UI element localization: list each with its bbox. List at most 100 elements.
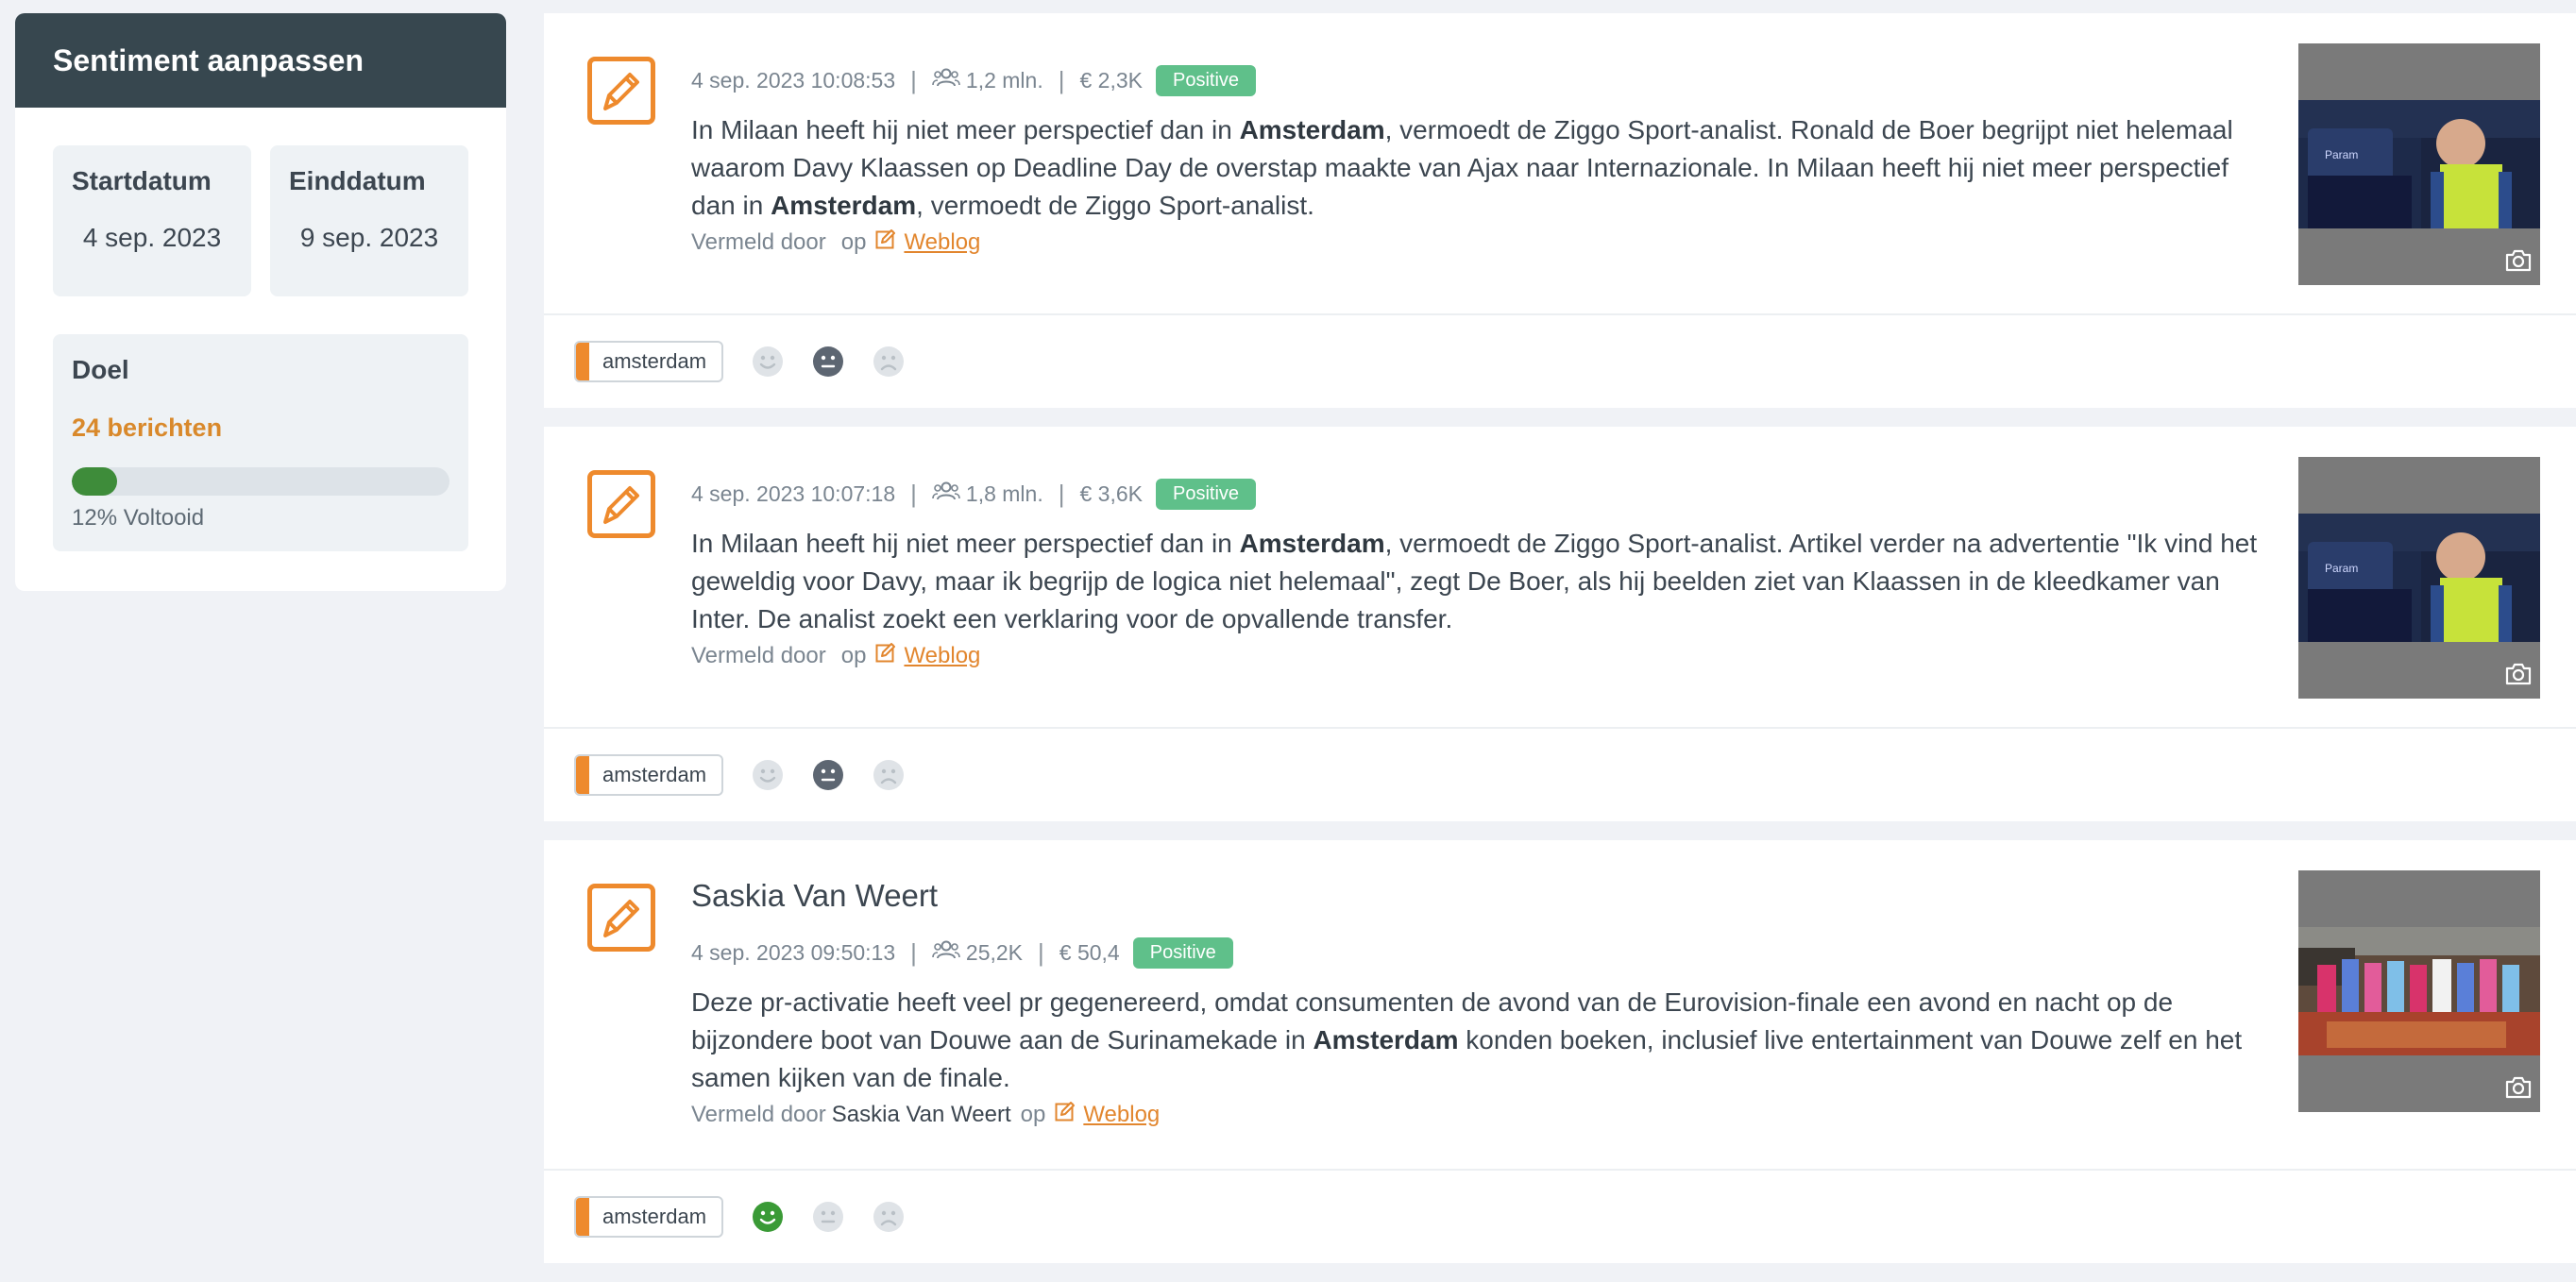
sentiment-badge: Positive bbox=[1132, 936, 1233, 969]
mention-meta: 4 sep. 2023 10:08:53 | 1,2 mln. | € 2,3K… bbox=[691, 64, 2259, 96]
mention-author: Saskia Van Weert bbox=[831, 1101, 1011, 1127]
keyword-tag[interactable]: amsterdam bbox=[574, 341, 724, 382]
mention-datetime: 4 sep. 2023 10:08:53 bbox=[691, 67, 896, 93]
mention-card: 4 sep. 2023 10:07:18 | 1,8 mln. | € 3,6K… bbox=[544, 427, 2576, 821]
camera-icon[interactable] bbox=[2504, 1075, 2533, 1105]
negative-sentiment-icon[interactable] bbox=[873, 759, 905, 791]
tag-label: amsterdam bbox=[602, 349, 707, 373]
negative-sentiment-icon[interactable] bbox=[873, 1201, 905, 1233]
meta-divider: | bbox=[910, 479, 917, 508]
date-range: Startdatum 4 sep. 2023 Einddatum 9 sep. … bbox=[15, 108, 506, 296]
mention-thumbnail[interactable]: Param bbox=[2298, 457, 2540, 699]
mention-body: 4 sep. 2023 10:07:18 | 1,8 mln. | € 3,6K… bbox=[544, 427, 2576, 729]
keyword-tag[interactable]: amsterdam bbox=[574, 754, 724, 796]
mention-content: 4 sep. 2023 10:08:53 | 1,2 mln. | € 2,3K… bbox=[691, 64, 2259, 256]
mention-op: op bbox=[840, 228, 867, 255]
sentiment-badge: Positive bbox=[1156, 478, 1257, 510]
photo-image: Param bbox=[2298, 100, 2540, 228]
mention-meta: 4 sep. 2023 10:07:18 | 1,8 mln. | € 3,6K… bbox=[691, 478, 2259, 510]
photo-image: Param bbox=[2298, 514, 2540, 642]
camera-icon[interactable] bbox=[2504, 248, 2533, 278]
mention-datetime: 4 sep. 2023 09:50:13 bbox=[691, 939, 896, 965]
mention-text: In Milaan heeft hij niet meer perspectie… bbox=[691, 529, 2258, 633]
edit-icon bbox=[875, 228, 896, 256]
tag-color-bar bbox=[576, 343, 589, 380]
end-date-label: Einddatum bbox=[289, 166, 426, 195]
keyword-tag[interactable]: amsterdam bbox=[574, 1196, 724, 1238]
positive-sentiment-icon[interactable] bbox=[752, 759, 784, 791]
sidebar-title: Sentiment aanpassen bbox=[15, 13, 506, 108]
mention-content: 4 sep. 2023 10:07:18 | 1,8 mln. | € 3,6K… bbox=[691, 478, 2259, 669]
progress-fill bbox=[72, 467, 117, 496]
start-date-value: 4 sep. 2023 bbox=[82, 223, 222, 252]
mention-reach: 1,8 mln. bbox=[965, 481, 1043, 506]
positive-sentiment-icon[interactable] bbox=[752, 346, 784, 378]
tag-label: amsterdam bbox=[602, 1205, 707, 1228]
sentiment-sidebar: Sentiment aanpassen Startdatum 4 sep. 20… bbox=[15, 13, 506, 591]
reach-icon bbox=[932, 481, 960, 507]
goal-count: 24 berichten bbox=[72, 413, 223, 442]
svg-text:Param: Param bbox=[2325, 562, 2358, 575]
sentiment-badge: Positive bbox=[1156, 64, 1257, 96]
keyword-highlight: Amsterdam bbox=[771, 191, 917, 220]
edit-icon bbox=[587, 470, 655, 538]
mention-op: op bbox=[840, 642, 867, 668]
keyword-highlight: Amsterdam bbox=[1313, 1025, 1459, 1054]
photo-image bbox=[2298, 927, 2540, 1055]
source-link[interactable]: Weblog bbox=[904, 643, 980, 669]
tag-color-bar bbox=[576, 756, 589, 794]
svg-text:Param: Param bbox=[2325, 148, 2358, 161]
keyword-highlight: Amsterdam bbox=[1239, 115, 1385, 144]
mention-reach: 1,2 mln. bbox=[965, 67, 1043, 93]
edit-icon bbox=[587, 57, 655, 125]
mention-meta: 4 sep. 2023 09:50:13 | 25,2K | € 50,4 Po… bbox=[691, 936, 2259, 969]
reach-icon bbox=[932, 939, 960, 966]
meta-divider: | bbox=[1058, 65, 1065, 94]
edit-icon bbox=[1055, 1101, 1076, 1128]
edit-icon bbox=[875, 642, 896, 669]
source-link[interactable]: Weblog bbox=[1083, 1102, 1160, 1128]
mention-footer: amsterdam bbox=[544, 1171, 2576, 1263]
mention-attribution: Vermeld door op Weblog bbox=[691, 642, 2259, 669]
mention-body: Saskia Van Weert 4 sep. 2023 09:50:13 | … bbox=[544, 840, 2576, 1171]
end-date-value: 9 sep. 2023 bbox=[299, 223, 439, 252]
edit-icon bbox=[587, 884, 655, 952]
positive-sentiment-icon[interactable] bbox=[752, 1201, 784, 1233]
mention-thumbnail[interactable]: Param bbox=[2298, 43, 2540, 285]
mention-attribution: Vermeld door Saskia Van Weert op Weblog bbox=[691, 1101, 2259, 1128]
mention-value: € 3,6K bbox=[1079, 481, 1144, 506]
tag-label: amsterdam bbox=[602, 763, 707, 786]
goal-label: Doel bbox=[72, 355, 129, 384]
start-date-box[interactable]: Startdatum 4 sep. 2023 bbox=[53, 145, 251, 296]
mentions-feed: 4 sep. 2023 10:08:53 | 1,2 mln. | € 2,3K… bbox=[544, 13, 2576, 1282]
meta-divider: | bbox=[1058, 479, 1065, 508]
meta-divider: | bbox=[1038, 937, 1044, 967]
mention-prefix: Vermeld door bbox=[691, 1101, 826, 1127]
mention-text: In Milaan heeft hij niet meer perspectie… bbox=[691, 115, 2233, 220]
mention-thumbnail[interactable] bbox=[2298, 870, 2540, 1112]
start-date-label: Startdatum bbox=[72, 166, 212, 195]
mention-footer: amsterdam bbox=[544, 729, 2576, 821]
mention-prefix: Vermeld door bbox=[691, 228, 826, 255]
reach-icon bbox=[932, 67, 960, 93]
source-link[interactable]: Weblog bbox=[904, 229, 980, 256]
neutral-sentiment-icon[interactable] bbox=[812, 1201, 844, 1233]
camera-icon[interactable] bbox=[2504, 662, 2533, 691]
author-name: Saskia Van Weert bbox=[691, 878, 939, 913]
mention-card: Saskia Van Weert 4 sep. 2023 09:50:13 | … bbox=[544, 840, 2576, 1263]
neutral-sentiment-icon[interactable] bbox=[812, 759, 844, 791]
negative-sentiment-icon[interactable] bbox=[873, 346, 905, 378]
end-date-box[interactable]: Einddatum 9 sep. 2023 bbox=[270, 145, 468, 296]
goal-box: Doel 24 berichten 12% Voltooid bbox=[53, 334, 468, 551]
mention-content: Saskia Van Weert 4 sep. 2023 09:50:13 | … bbox=[691, 878, 2259, 1128]
mention-footer: amsterdam bbox=[544, 315, 2576, 408]
neutral-sentiment-icon[interactable] bbox=[812, 346, 844, 378]
mention-value: € 50,4 bbox=[1059, 939, 1120, 965]
progress-text: 12% Voltooid bbox=[72, 505, 205, 531]
mention-body: 4 sep. 2023 10:08:53 | 1,2 mln. | € 2,3K… bbox=[544, 13, 2576, 315]
mention-datetime: 4 sep. 2023 10:07:18 bbox=[691, 481, 896, 506]
mention-card: 4 sep. 2023 10:08:53 | 1,2 mln. | € 2,3K… bbox=[544, 13, 2576, 408]
tag-color-bar bbox=[576, 1198, 589, 1236]
mention-reach: 25,2K bbox=[965, 939, 1024, 965]
mention-prefix: Vermeld door bbox=[691, 642, 826, 668]
